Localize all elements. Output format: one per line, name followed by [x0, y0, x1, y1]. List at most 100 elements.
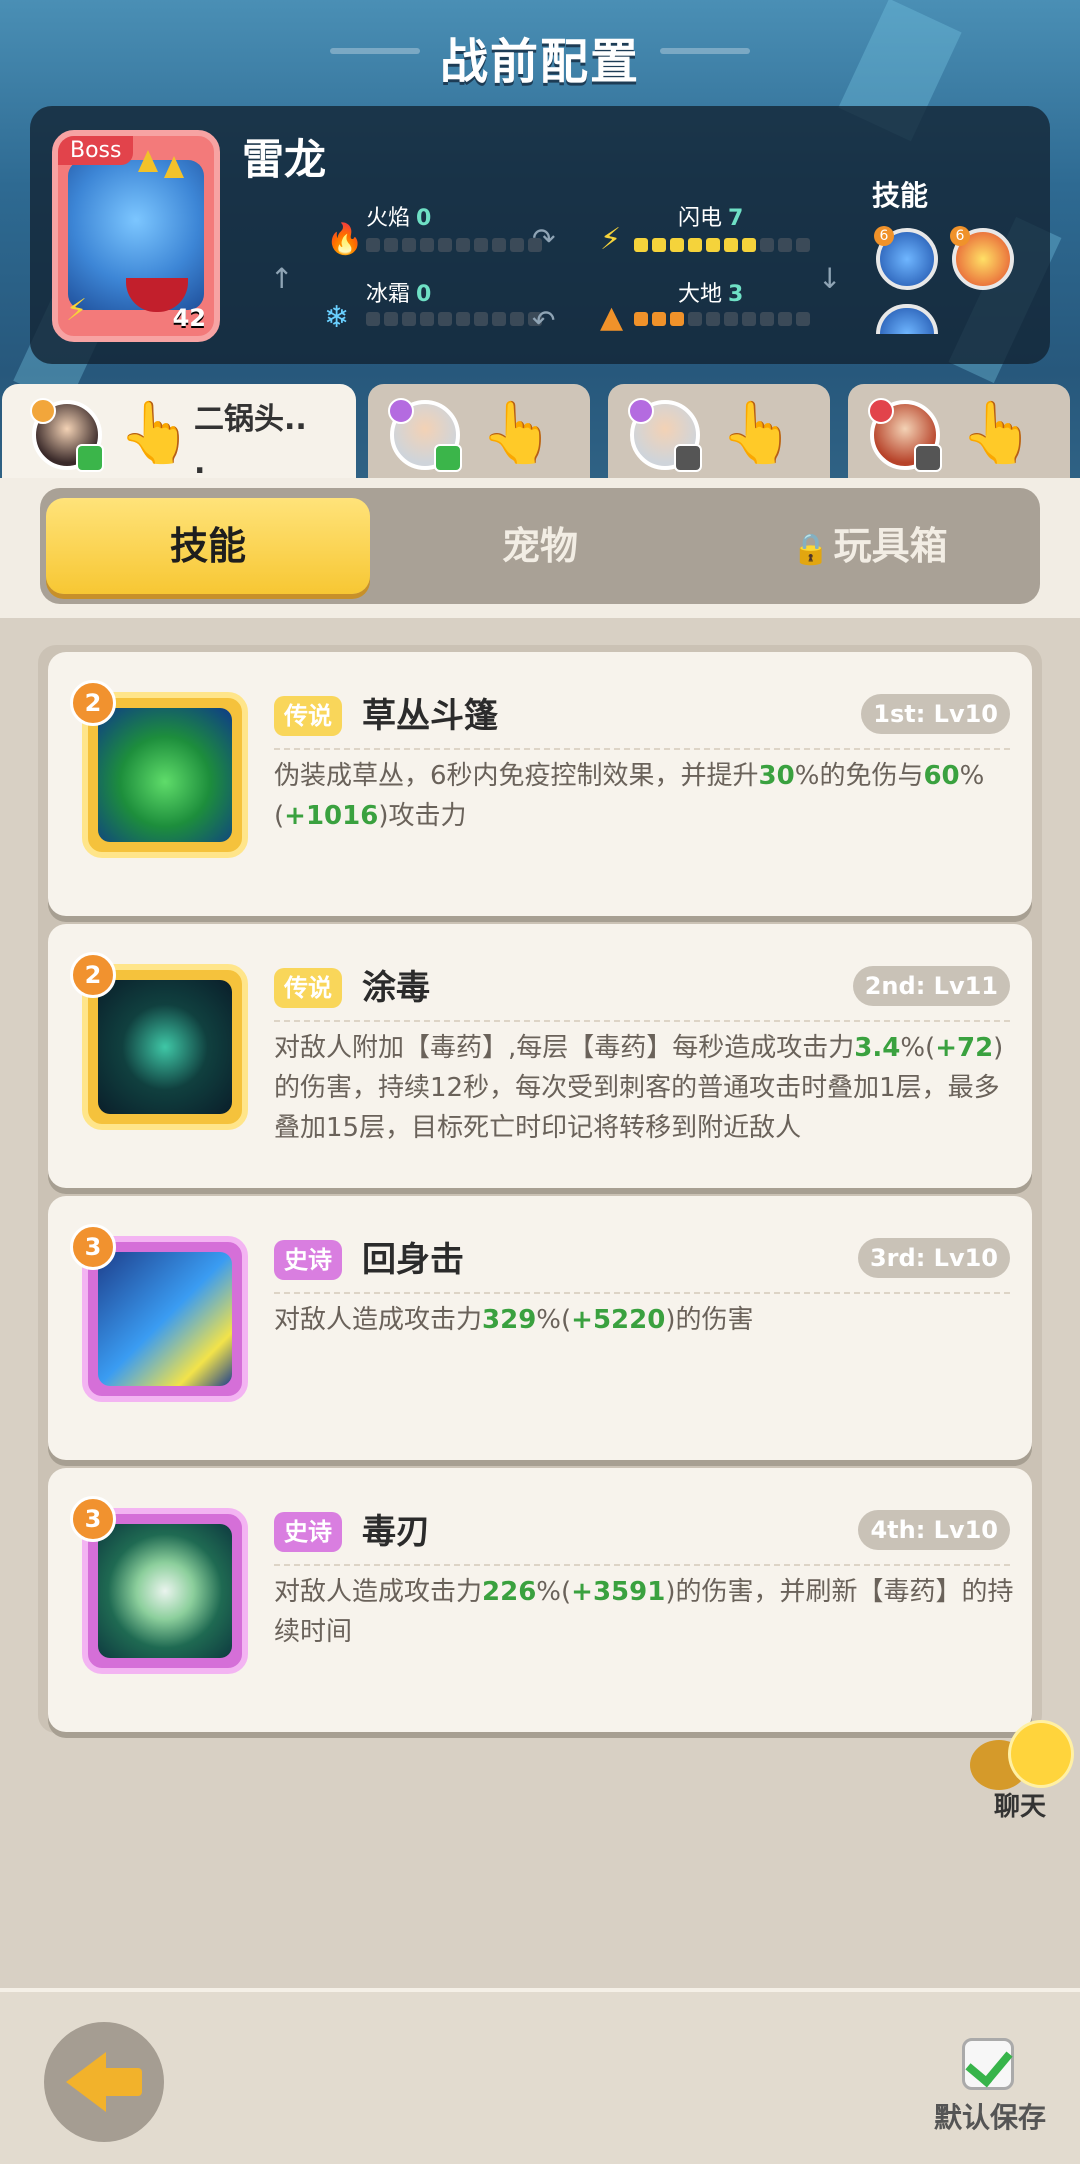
player-tab-3[interactable]: 👆	[608, 384, 830, 480]
rarity-tag: 传说	[274, 968, 342, 1008]
page-title: 战前配置	[439, 34, 640, 90]
divider	[274, 1292, 1010, 1294]
default-save-label: 默认保存	[933, 2101, 1046, 2134]
pointing-hand-icon: 👆	[118, 398, 193, 468]
player-tab-2[interactable]: 👆	[368, 384, 590, 480]
player-avatar	[868, 398, 942, 472]
divider	[274, 748, 1010, 750]
earth-bar	[634, 312, 810, 326]
cycle-arrow-icon: ↓	[818, 262, 842, 295]
fire-bar	[366, 238, 542, 252]
thunder-stat: 闪电 7	[678, 200, 743, 232]
status-badge	[76, 444, 104, 472]
pointing-hand-icon: 👆	[480, 398, 555, 468]
skill-name: 毒刃	[362, 1512, 430, 1552]
cycle-arrow-icon: ↷	[532, 222, 556, 255]
tab-pets[interactable]: 宠物	[380, 498, 700, 594]
divider	[274, 1020, 1010, 1022]
role-icon	[388, 398, 414, 424]
horn-decoration	[164, 156, 184, 178]
back-arrow-icon	[66, 2052, 106, 2112]
tab-toybox-label: 玩具箱	[833, 524, 948, 568]
tab-toybox[interactable]: 🔒 玩具箱	[710, 498, 1030, 594]
skill-card[interactable]: 3 史诗 毒刃 4th: Lv10 对敌人造成攻击力226%(+3591)的伤害…	[48, 1468, 1032, 1732]
status-badge	[434, 444, 462, 472]
role-icon	[868, 398, 894, 424]
cycle-arrow-icon: ↶	[532, 304, 556, 337]
skill-badge: 3	[70, 1224, 116, 1270]
rarity-tag: 史诗	[274, 1240, 342, 1280]
boss-tag: Boss	[58, 136, 134, 165]
orb-level: 6	[874, 226, 894, 246]
chat-label: 聊天	[993, 1792, 1046, 1822]
divider	[274, 1564, 1010, 1566]
status-badge	[914, 444, 942, 472]
chat-button[interactable]: 聊天	[970, 1720, 1074, 1822]
ice-value: 0	[416, 282, 432, 307]
poison-blade-skull-icon	[98, 1524, 232, 1658]
earth-stat: 大地 3	[678, 276, 743, 308]
player-avatar	[628, 398, 702, 472]
player-tab-4[interactable]: 👆	[848, 384, 1070, 480]
skill-description: 伪装成草丛，6秒内免疫控制效果，并提升30%的免伤与60%(+1016)攻击力	[274, 761, 985, 831]
boss-skills-label: 技能	[872, 179, 929, 212]
boss-level: 42	[172, 304, 206, 332]
lock-icon: 🔒	[792, 532, 830, 567]
skill-description: 对敌人附加【毒药】,每层【毒药】每秒造成攻击力3.4%(+72)的伤害，持续12…	[274, 1033, 1004, 1143]
ice-bar	[366, 312, 542, 326]
rarity-tag: 传说	[274, 696, 342, 736]
boss-skill-lightning-orb[interactable]: 6	[874, 226, 938, 290]
rarity-tag: 史诗	[274, 1512, 342, 1552]
spin-strike-icon	[98, 1252, 232, 1386]
back-button[interactable]	[44, 2022, 164, 2142]
skill-card[interactable]: 2 传说 涂毒 2nd: Lv11 对敌人附加【毒药】,每层【毒药】每秒造成攻击…	[48, 924, 1032, 1188]
ice-label: 冰霜	[366, 282, 411, 307]
player-name: 二锅头.. .	[194, 402, 307, 481]
back-arrow-tail	[102, 2068, 142, 2096]
horn-decoration	[138, 150, 158, 172]
skill-card[interactable]: 2 传说 草丛斗篷 1st: Lv10 伪装成草丛，6秒内免疫控制效果，并提升3…	[48, 652, 1032, 916]
skill-level-tag: 2nd: Lv11	[852, 966, 1010, 1006]
poison-drop-icon	[98, 980, 232, 1114]
tab-skills[interactable]: 技能	[46, 498, 370, 594]
default-save-checkbox[interactable]	[962, 2038, 1014, 2090]
fire-label: 火焰	[366, 206, 411, 231]
player-avatar	[30, 398, 104, 472]
player-avatar	[388, 398, 462, 472]
pointing-hand-icon: 👆	[720, 398, 795, 468]
player-tab-1[interactable]: 👆 二锅头.. .	[2, 384, 356, 481]
skill-badge: 2	[70, 680, 116, 726]
status-badge	[674, 444, 702, 472]
orb-level: 6	[950, 226, 970, 246]
fire-icon: 🔥	[326, 222, 364, 257]
skill-level-tag: 1st: Lv10	[861, 694, 1010, 734]
boss-portrait	[68, 150, 204, 312]
thunder-icon: ⚡	[600, 222, 622, 257]
chat-face-icon	[1008, 1720, 1074, 1788]
earth-value: 3	[728, 282, 744, 307]
skill-level-tag: 4th: Lv10	[858, 1510, 1010, 1550]
skill-name: 涂毒	[362, 968, 430, 1008]
thunder-value: 7	[728, 206, 744, 231]
skill-name: 回身击	[362, 1240, 464, 1280]
boss-skill-fire-orb[interactable]: 6	[950, 226, 1014, 290]
fire-stat: 火焰 0	[366, 200, 431, 232]
thunder-bar	[634, 238, 810, 252]
skill-badge: 2	[70, 952, 116, 998]
role-icon	[30, 398, 56, 424]
bush-cloak-icon	[98, 708, 232, 842]
role-icon	[628, 398, 654, 424]
skill-badge: 3	[70, 1496, 116, 1542]
thunder-label: 闪电	[678, 206, 723, 231]
ice-icon: ❄	[324, 300, 350, 335]
skill-name: 草丛斗篷	[362, 696, 498, 736]
ice-stat: 冰霜 0	[366, 276, 431, 308]
fire-value: 0	[416, 206, 432, 231]
skill-card[interactable]: 3 史诗 回身击 3rd: Lv10 对敌人造成攻击力329%(+5220)的伤…	[48, 1196, 1032, 1460]
boss-name: 雷龙	[242, 135, 327, 184]
skill-level-tag: 3rd: Lv10	[857, 1238, 1010, 1278]
cycle-arrow-icon: ↑	[270, 262, 294, 295]
boss-card[interactable]: Boss ⚡ 42	[52, 130, 220, 342]
skill-description: 对敌人造成攻击力329%(+5220)的伤害	[274, 1305, 754, 1335]
pointing-hand-icon: 👆	[960, 398, 1035, 468]
